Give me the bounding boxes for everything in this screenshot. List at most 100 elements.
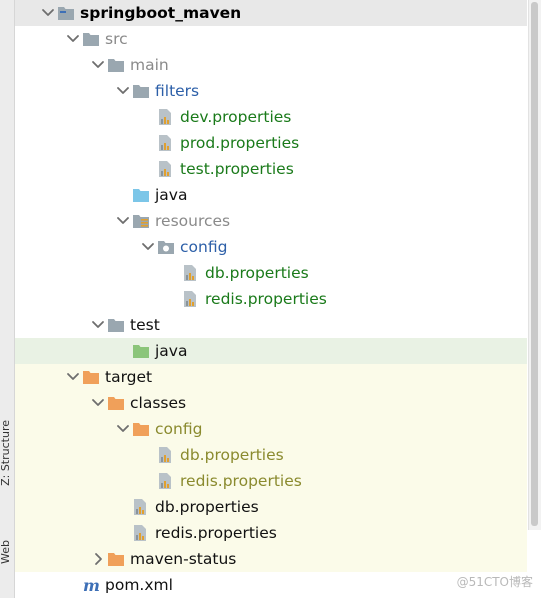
tree-node-label: main bbox=[130, 56, 169, 74]
tree-node-label: resources bbox=[155, 212, 231, 230]
chevron-right-icon[interactable] bbox=[89, 546, 107, 572]
tree-node[interactable]: target bbox=[15, 364, 527, 390]
tree-node-label: maven-status bbox=[130, 550, 237, 568]
tree-node-label: redis.properties bbox=[155, 524, 277, 542]
tree-node[interactable]: springboot_maven bbox=[15, 0, 527, 26]
properties-file-icon bbox=[132, 498, 150, 516]
tree-node-label: classes bbox=[130, 394, 187, 412]
tree-node-label: redis.properties bbox=[180, 472, 302, 490]
tree-node[interactable]: prod.properties bbox=[15, 130, 527, 156]
project-tree: springboot_mavensrc main filters dev.proper… bbox=[15, 0, 527, 598]
arrow-spacer bbox=[139, 442, 157, 468]
arrow-spacer bbox=[139, 468, 157, 494]
chevron-down-icon[interactable] bbox=[39, 0, 57, 26]
tree-node[interactable]: redis.properties bbox=[15, 468, 527, 494]
arrow-spacer bbox=[164, 260, 182, 286]
chevron-down-icon[interactable] bbox=[114, 416, 132, 442]
tree-node-label: db.properties bbox=[205, 264, 309, 282]
chevron-down-icon[interactable] bbox=[64, 364, 82, 390]
tree-node[interactable]: classes bbox=[15, 390, 527, 416]
arrow-spacer bbox=[139, 156, 157, 182]
excluded-folder-icon bbox=[82, 368, 100, 386]
tree-node-label: springboot_maven bbox=[80, 4, 242, 22]
maven-m-icon: m bbox=[82, 576, 100, 594]
test-source-folder-icon bbox=[132, 342, 150, 360]
tree-node-label: prod.properties bbox=[180, 134, 300, 152]
tree-node[interactable]: test bbox=[15, 312, 527, 338]
source-folder-icon bbox=[132, 186, 150, 204]
tree-node[interactable]: db.properties bbox=[15, 260, 527, 286]
watermark: @51CTO博客 bbox=[456, 575, 533, 589]
arrow-spacer bbox=[139, 130, 157, 156]
web-tool-tab[interactable]: Web bbox=[0, 540, 15, 564]
tree-node[interactable]: redis.properties bbox=[15, 286, 527, 312]
tree-node-label: target bbox=[105, 368, 153, 386]
chevron-down-icon[interactable] bbox=[89, 312, 107, 338]
tree-node[interactable]: config bbox=[15, 416, 527, 442]
properties-file-icon bbox=[157, 160, 175, 178]
tree-node[interactable]: redis.properties bbox=[15, 520, 527, 546]
tree-node-label: filters bbox=[155, 82, 200, 100]
chevron-down-icon[interactable] bbox=[114, 208, 132, 234]
svg-text:m: m bbox=[83, 576, 100, 594]
folder-gray-icon bbox=[107, 316, 125, 334]
arrow-spacer bbox=[164, 286, 182, 312]
excluded-folder-icon bbox=[107, 550, 125, 568]
chevron-down-icon[interactable] bbox=[139, 234, 157, 260]
vertical-scrollbar[interactable] bbox=[528, 0, 541, 530]
tree-node-label: config bbox=[180, 238, 228, 256]
tree-node[interactable]: main bbox=[15, 52, 527, 78]
arrow-spacer bbox=[114, 338, 132, 364]
structure-tool-tab[interactable]: Z: Structure bbox=[0, 420, 15, 486]
chevron-down-icon[interactable] bbox=[64, 26, 82, 52]
folder-gray-icon bbox=[107, 56, 125, 74]
properties-file-icon bbox=[157, 472, 175, 490]
tree-node-label: pom.xml bbox=[105, 576, 173, 594]
properties-file-icon bbox=[132, 524, 150, 542]
chevron-down-icon[interactable] bbox=[89, 52, 107, 78]
tree-node[interactable]: resources bbox=[15, 208, 527, 234]
chevron-down-icon[interactable] bbox=[114, 78, 132, 104]
chevron-down-icon[interactable] bbox=[89, 390, 107, 416]
tree-node-label: test.properties bbox=[180, 160, 294, 178]
resources-folder-icon bbox=[132, 212, 150, 230]
folder-gray-icon bbox=[132, 82, 150, 100]
folder-gray-icon bbox=[82, 30, 100, 48]
tree-node-label: src bbox=[105, 30, 128, 48]
tree-node-label: java bbox=[155, 342, 188, 360]
properties-file-icon bbox=[182, 290, 200, 308]
tree-node-label: db.properties bbox=[180, 446, 284, 464]
package-folder-icon bbox=[157, 238, 175, 256]
properties-file-icon bbox=[157, 134, 175, 152]
arrow-spacer bbox=[139, 104, 157, 130]
tree-node[interactable]: maven-status bbox=[15, 546, 527, 572]
module-folder-icon bbox=[57, 4, 75, 22]
tree-node-label: test bbox=[130, 316, 160, 334]
left-tool-strip: Z: Structure Web bbox=[0, 0, 15, 598]
tree-node[interactable]: dev.properties bbox=[15, 104, 527, 130]
tree-node[interactable]: java bbox=[15, 182, 527, 208]
arrow-spacer bbox=[114, 520, 132, 546]
tree-node-label: java bbox=[155, 186, 188, 204]
tree-node[interactable]: filters bbox=[15, 78, 527, 104]
properties-file-icon bbox=[157, 108, 175, 126]
arrow-spacer bbox=[64, 572, 82, 598]
arrow-spacer bbox=[114, 182, 132, 208]
properties-file-icon bbox=[182, 264, 200, 282]
tree-node-label: redis.properties bbox=[205, 290, 327, 308]
tree-node[interactable]: java bbox=[15, 338, 527, 364]
tree-node[interactable]: config bbox=[15, 234, 527, 260]
scrollbar-thumb[interactable] bbox=[531, 2, 538, 526]
tree-node[interactable]: m pom.xml bbox=[15, 572, 527, 598]
tree-node[interactable]: src bbox=[15, 26, 527, 52]
properties-file-icon bbox=[157, 446, 175, 464]
tree-node-label: db.properties bbox=[155, 498, 259, 516]
tree-node[interactable]: db.properties bbox=[15, 442, 527, 468]
arrow-spacer bbox=[114, 494, 132, 520]
tree-node-label: config bbox=[155, 420, 203, 438]
tree-node[interactable]: test.properties bbox=[15, 156, 527, 182]
excluded-folder-icon bbox=[107, 394, 125, 412]
excluded-folder-icon bbox=[132, 420, 150, 438]
tree-node[interactable]: db.properties bbox=[15, 494, 527, 520]
tree-node-label: dev.properties bbox=[180, 108, 292, 126]
